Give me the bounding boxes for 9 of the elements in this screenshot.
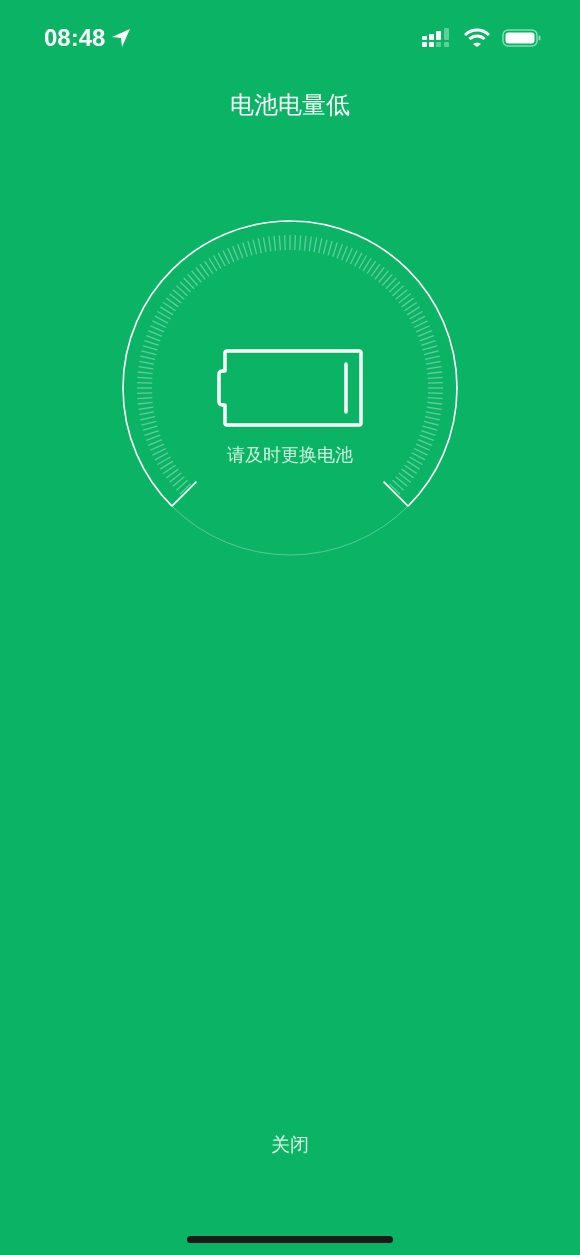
replace-battery-message: 请及时更换电池 [227,443,353,467]
signal-icon [422,28,452,48]
status-time: 08:48 [44,24,106,52]
battery-icon [502,28,542,48]
empty-battery-icon [217,349,363,427]
screen-title: 电池电量低 [230,90,350,121]
location-arrow-icon [111,28,132,48]
wifi-icon [464,28,490,48]
close-button[interactable]: 关闭 [261,1128,319,1162]
